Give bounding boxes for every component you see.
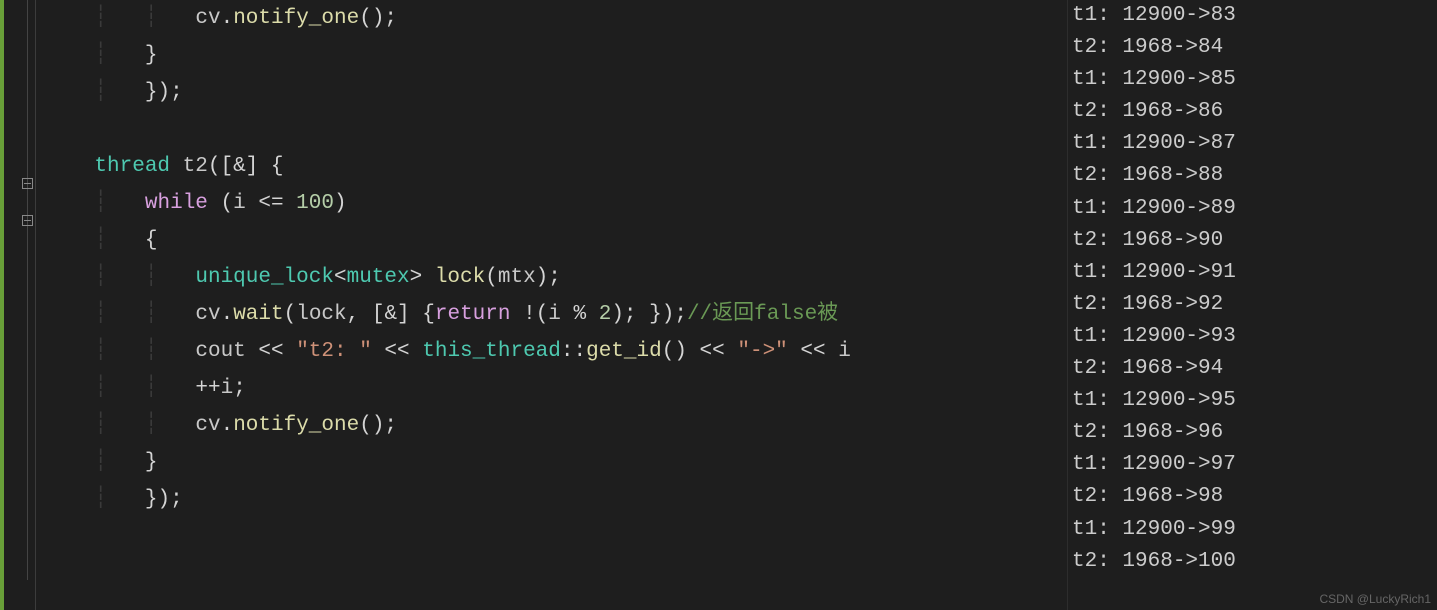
code-editor[interactable]: ┆ ┆ cv.notify_one(); ┆ } ┆ }); thread t2… (0, 0, 1067, 610)
code-line[interactable]: ┆ ┆ ++i; (44, 370, 1067, 407)
code-line[interactable] (44, 111, 1067, 148)
code-line[interactable]: ┆ } (44, 37, 1067, 74)
code-line[interactable]: ┆ ┆ unique_lock<mutex> lock(mtx); (44, 259, 1067, 296)
output-line: t1: 12900->83 (1072, 0, 1437, 32)
output-line: t1: 12900->93 (1072, 321, 1437, 353)
watermark: CSDN @LuckyRich1 (1319, 592, 1431, 606)
output-line: t2: 1968->92 (1072, 289, 1437, 321)
output-line: t1: 12900->95 (1072, 385, 1437, 417)
code-line[interactable]: ┆ while (i <= 100) (44, 185, 1067, 222)
code-line[interactable]: ┆ { (44, 222, 1067, 259)
code-line[interactable]: ┆ ┆ cout << "t2: " << this_thread::get_i… (44, 333, 1067, 370)
output-line: t2: 1968->84 (1072, 32, 1437, 64)
output-line: t1: 12900->99 (1072, 514, 1437, 546)
code-line[interactable]: ┆ ┆ cv.notify_one(); (44, 407, 1067, 444)
output-line: t2: 1968->96 (1072, 417, 1437, 449)
output-line: t2: 1968->98 (1072, 481, 1437, 513)
code-line[interactable]: ┆ ┆ cv.notify_one(); (44, 0, 1067, 37)
output-line: t2: 1968->100 (1072, 546, 1437, 578)
output-line: t2: 1968->94 (1072, 353, 1437, 385)
code-line[interactable]: ┆ ┆ cv.wait(lock, [&] {return !(i % 2); … (44, 296, 1067, 333)
code-content[interactable]: ┆ ┆ cv.notify_one(); ┆ } ┆ }); thread t2… (36, 0, 1067, 610)
code-line[interactable] (44, 518, 1067, 555)
output-line: t1: 12900->97 (1072, 449, 1437, 481)
output-line: t1: 12900->85 (1072, 64, 1437, 96)
code-line[interactable]: ┆ }); (44, 481, 1067, 518)
output-line: t1: 12900->87 (1072, 128, 1437, 160)
output-panel: t1: 12900->83t2: 1968->84t1: 12900->85t2… (1067, 0, 1437, 610)
code-line[interactable]: ┆ } (44, 444, 1067, 481)
code-line[interactable]: ┆ }); (44, 74, 1067, 111)
output-line: t2: 1968->90 (1072, 225, 1437, 257)
output-line: t1: 12900->91 (1072, 257, 1437, 289)
fold-toggle-icon[interactable] (22, 215, 33, 226)
code-line[interactable]: thread t2([&] { (44, 148, 1067, 185)
output-line: t2: 1968->88 (1072, 160, 1437, 192)
fold-guide-line (27, 0, 28, 580)
editor-gutter (4, 0, 36, 610)
fold-toggle-icon[interactable] (22, 178, 33, 189)
output-line: t1: 12900->89 (1072, 193, 1437, 225)
output-line: t2: 1968->86 (1072, 96, 1437, 128)
